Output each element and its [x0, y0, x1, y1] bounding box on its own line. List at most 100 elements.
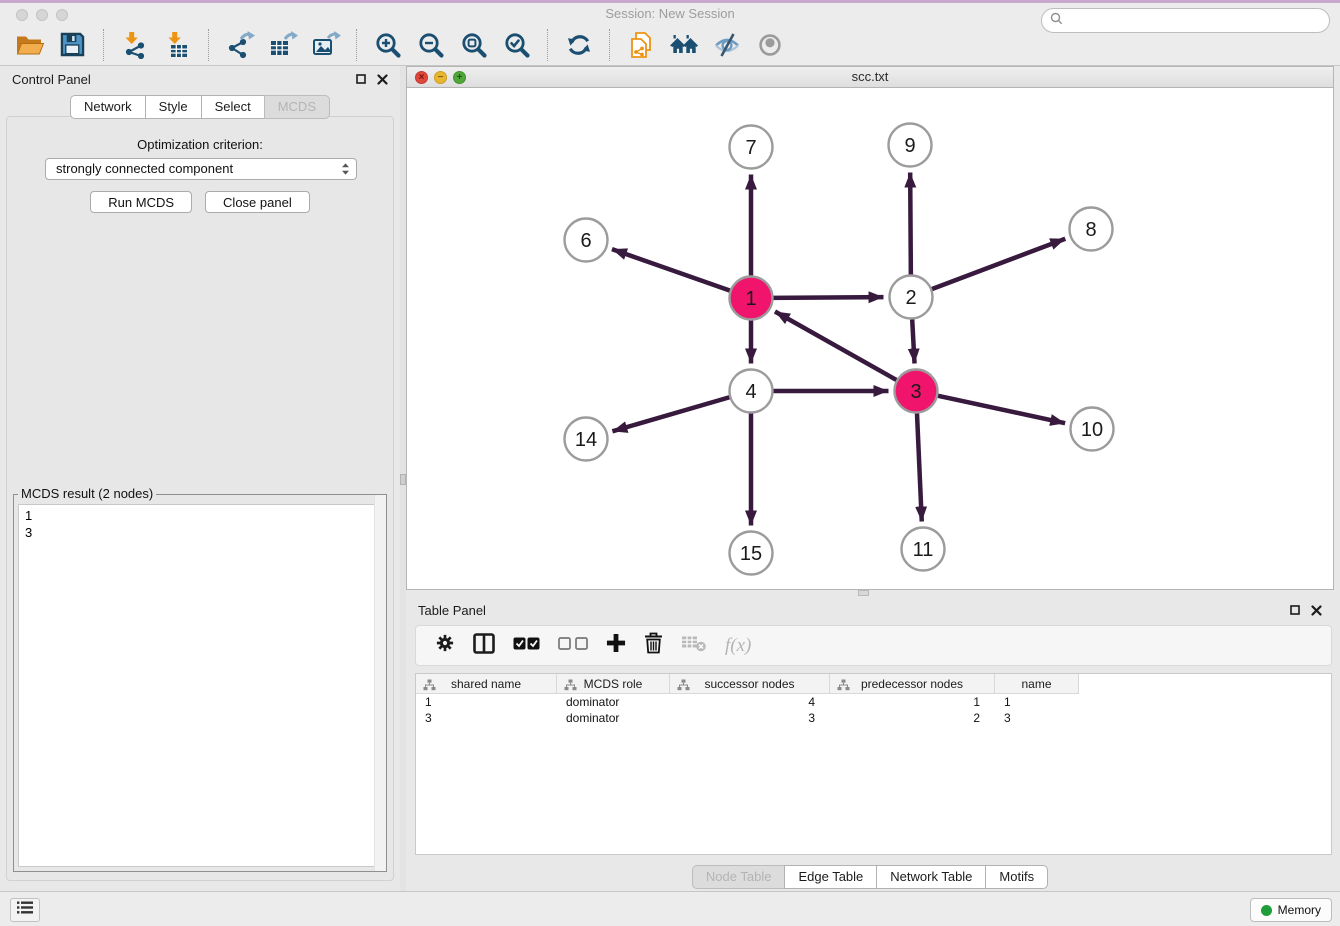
close-table-panel-icon[interactable]: [1311, 605, 1322, 616]
graph-node-6[interactable]: 6: [565, 219, 608, 262]
close-panel-button[interactable]: Close panel: [205, 191, 310, 213]
column-header-predecessor-nodes[interactable]: predecessor nodes: [830, 674, 995, 694]
graph-edge-1-2[interactable]: [772, 297, 883, 298]
delete-column-button[interactable]: [644, 632, 663, 659]
graph-edge-3-10[interactable]: [937, 396, 1065, 424]
graph-node-9[interactable]: 9: [889, 124, 932, 167]
network-graph[interactable]: 7 9 6 8 1 2 4 3 14 10 15 11: [407, 88, 1333, 589]
zoom-selected-button[interactable]: [495, 26, 538, 64]
search-field[interactable]: [1041, 8, 1330, 33]
graph-edge-4-14[interactable]: [612, 397, 730, 431]
import-network-button[interactable]: [113, 26, 156, 64]
table-cell[interactable]: 1: [995, 694, 1079, 710]
zoom-out-button[interactable]: [409, 26, 452, 64]
minimize-window-icon[interactable]: [36, 9, 48, 21]
memory-status-icon: [1261, 905, 1272, 916]
zoom-in-button[interactable]: [366, 26, 409, 64]
graph-node-10[interactable]: 10: [1071, 408, 1114, 451]
close-window-icon[interactable]: [16, 9, 28, 21]
tab-select[interactable]: Select: [201, 95, 265, 119]
graph-edge-2-3[interactable]: [912, 318, 914, 363]
network-minimize-icon[interactable]: −: [434, 71, 447, 84]
graph-node-7[interactable]: 7: [730, 126, 773, 169]
import-table-button[interactable]: [156, 26, 199, 64]
column-header-shared-name[interactable]: shared name: [416, 674, 557, 694]
select-all-columns-button[interactable]: [513, 637, 540, 655]
export-network-button[interactable]: [218, 26, 261, 64]
graph-node-15[interactable]: 15: [730, 532, 773, 575]
graph-node-14[interactable]: 14: [565, 418, 608, 461]
column-tree-icon: [677, 678, 690, 696]
network-close-icon[interactable]: ×: [415, 71, 428, 84]
refresh-network-button[interactable]: [557, 26, 600, 64]
graph-node-11[interactable]: 11: [902, 528, 945, 571]
column-header-MCDS-role[interactable]: MCDS role: [557, 674, 670, 694]
network-canvas[interactable]: 7 9 6 8 1 2 4 3 14 10 15 11: [407, 88, 1333, 589]
close-panel-icon[interactable]: [377, 74, 388, 85]
graph-node-2[interactable]: 2: [890, 276, 933, 319]
table-cell[interactable]: 4: [670, 694, 830, 710]
graph-edge-3-1[interactable]: [775, 312, 897, 381]
tab-network[interactable]: Network: [70, 95, 146, 119]
memory-button[interactable]: Memory: [1250, 898, 1332, 922]
float-table-panel-icon[interactable]: [1290, 605, 1300, 615]
node-label: 3: [910, 381, 921, 403]
table-row[interactable]: 1dominator411: [416, 694, 1331, 710]
zoom-fit-button[interactable]: [452, 26, 495, 64]
unselect-all-columns-button[interactable]: [558, 637, 588, 655]
delete-table-button: [681, 634, 707, 657]
table-cell[interactable]: 1: [830, 694, 995, 710]
table-cell[interactable]: dominator: [557, 694, 670, 710]
network-maximize-icon[interactable]: +: [453, 71, 466, 84]
graph-node-8[interactable]: 8: [1070, 208, 1113, 251]
zoom-window-icon[interactable]: [56, 9, 68, 21]
preview-button[interactable]: [748, 26, 791, 64]
open-folder-icon: [15, 32, 45, 58]
table-settings-button[interactable]: [435, 633, 455, 658]
tab-network-table[interactable]: Network Table: [876, 865, 986, 889]
export-table-button[interactable]: [261, 26, 304, 64]
graph-edge-1-6[interactable]: [612, 249, 731, 291]
mcds-result-text[interactable]: 13: [18, 504, 382, 867]
table-cell[interactable]: 1: [416, 694, 557, 710]
tab-style[interactable]: Style: [145, 95, 202, 119]
column-header-name[interactable]: name: [995, 674, 1079, 694]
save-session-button[interactable]: [51, 26, 94, 64]
tab-node-table[interactable]: Node Table: [692, 865, 786, 889]
network-overview-button[interactable]: [662, 26, 705, 64]
horizontal-splitter-handle[interactable]: [858, 590, 869, 596]
graph-node-3[interactable]: 3: [895, 370, 938, 413]
mcds-result-scrollbar[interactable]: [374, 495, 386, 871]
float-panel-icon[interactable]: [356, 74, 366, 84]
table-cell[interactable]: dominator: [557, 710, 670, 726]
toggle-column-view-button[interactable]: [473, 633, 495, 659]
graph-edge-2-8[interactable]: [931, 239, 1065, 290]
task-list-button[interactable]: [10, 898, 40, 922]
network-window-titlebar: × − + scc.txt: [407, 67, 1333, 88]
table-cell[interactable]: 2: [830, 710, 995, 726]
graph-edge-3-11[interactable]: [917, 412, 922, 521]
graph-node-1[interactable]: 1: [730, 277, 773, 320]
tab-edge-table[interactable]: Edge Table: [784, 865, 877, 889]
tab-motifs[interactable]: Motifs: [985, 865, 1048, 889]
open-session-button[interactable]: [8, 26, 51, 64]
tab-mcds[interactable]: MCDS: [264, 95, 330, 119]
graph-edge-2-9[interactable]: [910, 172, 911, 275]
node-table: shared nameMCDS rolesuccessor nodesprede…: [415, 673, 1332, 855]
export-image-button[interactable]: [304, 26, 347, 64]
control-panel: Control Panel NetworkStyleSelectMCDS Opt…: [0, 66, 400, 891]
search-input[interactable]: [1069, 13, 1321, 28]
control-panel-title: Control Panel: [12, 72, 91, 87]
column-header-successor-nodes[interactable]: successor nodes: [670, 674, 830, 694]
graph-node-4[interactable]: 4: [730, 370, 773, 413]
run-mcds-button[interactable]: Run MCDS: [90, 191, 192, 213]
table-cell[interactable]: 3: [416, 710, 557, 726]
create-column-button[interactable]: [606, 633, 626, 658]
duplicate-network-button[interactable]: [619, 26, 662, 64]
criterion-select[interactable]: strongly connected component: [45, 158, 357, 180]
table-row[interactable]: 3dominator323: [416, 710, 1331, 726]
hide-selected-button[interactable]: [705, 26, 748, 64]
mcds-panel: Optimization criterion: strongly connect…: [6, 116, 394, 881]
table-cell[interactable]: 3: [670, 710, 830, 726]
table-cell[interactable]: 3: [995, 710, 1079, 726]
